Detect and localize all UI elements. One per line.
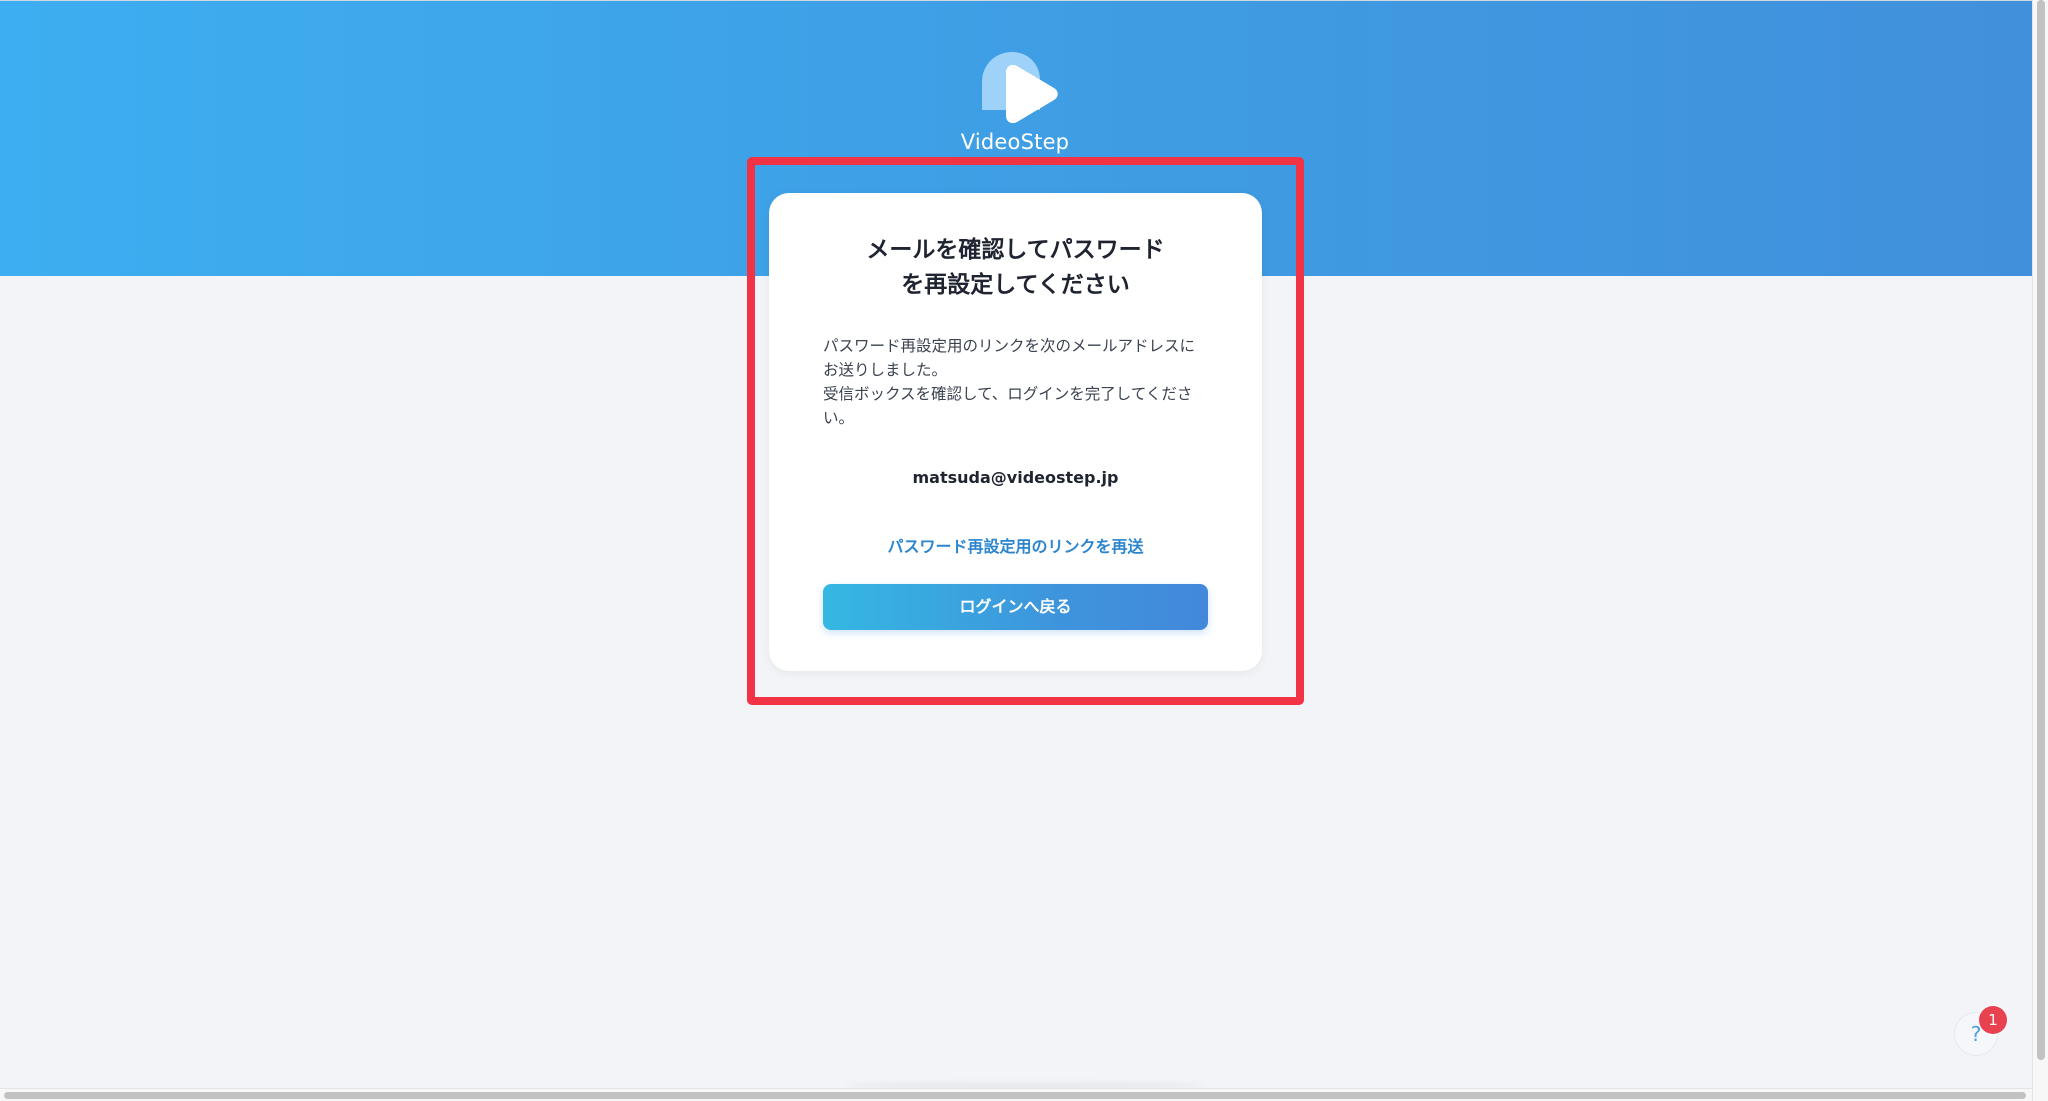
videostep-logo: VideoStep <box>960 50 1070 160</box>
logo-text: VideoStep <box>960 130 1070 154</box>
page: VideoStep メールを確認してパスワード を再設定してください パスワード… <box>0 0 2048 1101</box>
horizontal-scrollbar[interactable] <box>0 1088 2032 1101</box>
horizontal-scrollbar-thumb[interactable] <box>4 1092 2026 1099</box>
top-divider <box>0 0 2032 1</box>
highlight-frame <box>747 157 1304 705</box>
vertical-scrollbar[interactable] <box>2032 0 2048 1101</box>
notification-badge: 1 <box>1979 1006 2007 1034</box>
vertical-scrollbar-thumb[interactable] <box>2037 0 2045 1060</box>
play-logo-icon <box>982 52 1058 124</box>
